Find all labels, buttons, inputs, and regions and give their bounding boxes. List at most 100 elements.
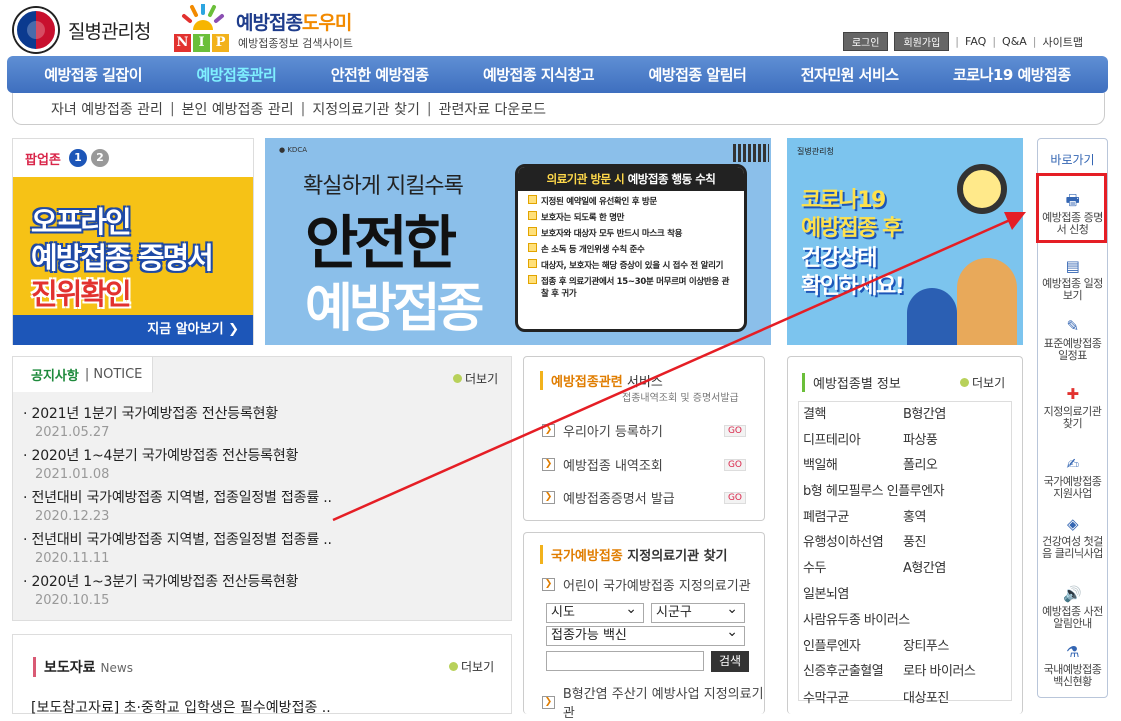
quick-women-clinic[interactable]: ◈ 건강여성 첫걸음 클리닉사업 xyxy=(1038,515,1107,560)
quick-schedule[interactable]: ▤ 예방접종 일정보기 xyxy=(1038,257,1107,302)
notice-more-link[interactable]: 더보기 xyxy=(453,370,498,387)
chevron-right-icon: ❯ xyxy=(542,424,555,437)
gnb-guide[interactable]: 예방접종 길잡이 xyxy=(44,64,142,85)
clinic-child-link[interactable]: ❯ 어린이 국가예방접종 지정의료기관 xyxy=(542,575,762,594)
qna-link[interactable]: Q&A xyxy=(1002,35,1027,48)
service-register-baby[interactable]: ❯ 우리아기 등록하기 GO xyxy=(542,421,746,440)
notice-item[interactable]: · 2020년 1~3분기 국가예방접종 전산등록현황 xyxy=(23,571,298,591)
utility-nav: 로그인 회원가입 | FAQ | Q&A | 사이트맵 xyxy=(842,32,1083,51)
vaccine-item[interactable]: 폐렴구균 xyxy=(803,511,849,525)
vaccine-info-title: 예방접종별 정보 xyxy=(802,373,901,392)
service-certificate[interactable]: ❯ 예방접종증명서 발급 GO xyxy=(542,488,746,507)
nip-letter-i: I xyxy=(193,34,210,52)
vaccine-item[interactable]: 홍역 xyxy=(903,511,926,525)
sido-select[interactable]: 시도 xyxy=(546,600,644,623)
clinic-search-input[interactable] xyxy=(546,651,704,671)
press-board: 보도자료 News 더보기 [보도참고자료] 초·중학교 입학생은 필수예방접종 … xyxy=(12,634,512,717)
quick-vaccine-status[interactable]: ⚗ 국내예방접종 백신현황 xyxy=(1038,643,1107,688)
rule-item: 손 소독 등 개인위생 수칙 준수 xyxy=(518,239,744,255)
vaccine-item[interactable]: 로타 바이러스 xyxy=(903,665,976,679)
quick-links: 바로가기 🖶 예방접종 증명서 신청 ▤ 예방접종 일정보기 ✎ 표준예방접종 일정표… xyxy=(1036,138,1108,698)
quick-standard-schedule[interactable]: ✎ 표준예방접종 일정표 xyxy=(1038,317,1107,362)
vial-icon: ⚗ xyxy=(1066,643,1079,661)
notice-item[interactable]: · 2021년 1분기 국가예방접종 전산등록현황 xyxy=(23,403,278,423)
vaccine-item[interactable]: b형 헤모필루스 인플루엔자 xyxy=(803,485,945,499)
sitemap-link[interactable]: 사이트맵 xyxy=(1043,34,1083,50)
notice-date: 2021.05.27 xyxy=(35,425,110,440)
press-title[interactable]: 보도자료 News xyxy=(33,657,133,677)
checkbox-icon xyxy=(528,227,537,236)
quick-links-title: 바로가기 xyxy=(1050,153,1095,167)
clinic-title: 국가예방접종 지정의료기관 찾기 xyxy=(540,545,728,564)
main-banner[interactable]: ● KDCA 확실하게 지킬수록 안전한 예방접종 의료기관 방문 시 예방접종… xyxy=(265,138,771,345)
vaccine-item[interactable]: 일본뇌염 xyxy=(803,588,849,602)
notice-item[interactable]: · 2020년 1~4분기 국가예방접종 전산등록현황 xyxy=(23,445,298,465)
vaccine-item[interactable]: 풍진 xyxy=(903,536,926,550)
banner-qr-icon xyxy=(733,144,769,162)
notice-item[interactable]: · 전년대비 국가예방접종 지역별, 접종일정별 접종률 .. xyxy=(23,487,332,507)
service-history[interactable]: ❯ 예방접종 내역조회 GO xyxy=(542,455,746,474)
vaccine-item[interactable]: 대상포진 xyxy=(903,692,949,706)
plus-icon xyxy=(960,378,969,387)
vaccine-more-link[interactable]: 더보기 xyxy=(960,374,1005,391)
printer-icon: 🖶 xyxy=(1065,191,1080,209)
popup-more-button[interactable]: 지금 알아보기 ❯ xyxy=(13,315,253,345)
subnav-download[interactable]: 관련자료 다운로드 xyxy=(439,99,547,119)
popup-banner[interactable]: 오프라인 예방접종 증명서 진위확인 지금 알아보기 ❯ xyxy=(13,177,253,345)
covid-line-2: 예방접종 후 xyxy=(801,216,902,241)
vaccine-select[interactable]: 접종가능 백신 xyxy=(546,623,745,646)
clinic-search-button[interactable]: 검색 xyxy=(711,651,749,672)
login-button[interactable]: 로그인 xyxy=(842,32,889,51)
subnav-clinic[interactable]: 지정의료기관 찾기 xyxy=(312,99,420,119)
notice-item[interactable]: · 전년대비 국가예방접종 지역별, 접종일정별 접종률 .. xyxy=(23,529,332,549)
vaccine-item[interactable]: 백일해 xyxy=(803,459,838,473)
vaccine-item[interactable]: 사람유두종 바이러스 xyxy=(803,614,910,628)
clinic-finder-box: 국가예방접종 지정의료기관 찾기 ❯어린이 국가예방접종 지정의료기관 시도 시… xyxy=(523,532,765,721)
faq-link[interactable]: FAQ xyxy=(965,35,986,48)
vaccine-item[interactable]: 결핵 xyxy=(803,408,826,422)
press-item[interactable]: [보도참고자료] 초·중학교 입학생은 필수예방접종 .. xyxy=(31,697,331,717)
press-more-link[interactable]: 더보기 xyxy=(449,658,494,675)
vaccine-item[interactable]: B형간염 xyxy=(903,408,946,422)
notice-tab[interactable]: 공지사항 | NOTICE xyxy=(13,357,153,393)
person-illustration xyxy=(957,258,1017,345)
quick-certificate[interactable]: 🖶 예방접종 증명서 신청 xyxy=(1038,191,1107,236)
chevron-right-icon: ❯ xyxy=(542,491,555,504)
service-title: 예방접종관련 서비스 xyxy=(540,371,663,390)
gnb-safe[interactable]: 안전한 예방접종 xyxy=(331,64,429,85)
popup-page-2[interactable]: 2 xyxy=(90,149,109,167)
vaccine-item[interactable]: 디프테리아 xyxy=(803,434,861,448)
vaccine-item[interactable]: 장티푸스 xyxy=(903,640,949,654)
vaccine-item[interactable]: A형간염 xyxy=(903,562,946,576)
vaccine-item[interactable]: 수두 xyxy=(803,562,826,576)
quick-find-clinic[interactable]: ✚ 지정의료기관 찾기 xyxy=(1038,385,1107,430)
subnav-self[interactable]: 본인 예방접종 관리 xyxy=(182,99,294,119)
gnb-knowledge[interactable]: 예방접종 지식창고 xyxy=(483,64,595,85)
vaccine-item[interactable]: 수막구균 xyxy=(803,692,849,706)
vaccine-item[interactable]: 파상풍 xyxy=(903,434,938,448)
vaccine-item[interactable]: 유행성이하선염 xyxy=(803,536,893,550)
kdca-logo[interactable]: 질병관리청 xyxy=(14,8,164,52)
covid-banner[interactable]: 질병관리청 코로나19 예방접종 후 건강상태 확인하세요! xyxy=(787,138,1023,345)
popup-page-1[interactable]: 1 xyxy=(68,149,87,167)
quick-alert[interactable]: 🔊 예방접종 사전알림안내 xyxy=(1038,585,1107,630)
gnb-civil[interactable]: 전자민원 서비스 xyxy=(801,64,899,85)
rule-item: 보호자는 되도록 한 명만 xyxy=(518,207,744,223)
clinic-hepb-link[interactable]: ❯ B형간염 주산기 예방사업 지정의료기관 xyxy=(542,683,772,721)
site-subtitle: 예방접종정보 검색사이트 xyxy=(238,37,353,50)
nip-logo[interactable]: N I P 예방접종도우미 예방접종정보 검색사이트 xyxy=(172,4,372,52)
gnb-management[interactable]: 예방접종관리 xyxy=(196,64,276,85)
vaccine-item[interactable]: 신증후군출혈열 xyxy=(803,665,893,679)
gnb-covid[interactable]: 코로나19 예방접종 xyxy=(953,64,1071,85)
vaccine-item[interactable]: 인플루엔자 xyxy=(803,640,861,654)
join-button[interactable]: 회원가입 xyxy=(894,32,950,51)
quick-support[interactable]: ✍ 국가예방접종 지원사업 xyxy=(1038,455,1107,500)
taegeuk-emblem-icon xyxy=(14,8,58,52)
gnb-notice[interactable]: 예방접종 알림터 xyxy=(648,64,746,85)
subnav-child[interactable]: 자녀 예방접종 관리 xyxy=(51,99,163,119)
sigungu-select[interactable]: 시군구 xyxy=(651,600,745,623)
popup-zone: 팝업존 1 2 오프라인 예방접종 증명서 진위확인 지금 알아보기 ❯ xyxy=(12,138,254,345)
vaccine-info-box: 예방접종별 정보 더보기 결핵 B형간염 디프테리아 파상풍 백일해 폴리오 b… xyxy=(787,356,1023,714)
vaccine-item[interactable]: 폴리오 xyxy=(903,459,938,473)
covid-banner-org: 질병관리청 xyxy=(797,147,834,156)
